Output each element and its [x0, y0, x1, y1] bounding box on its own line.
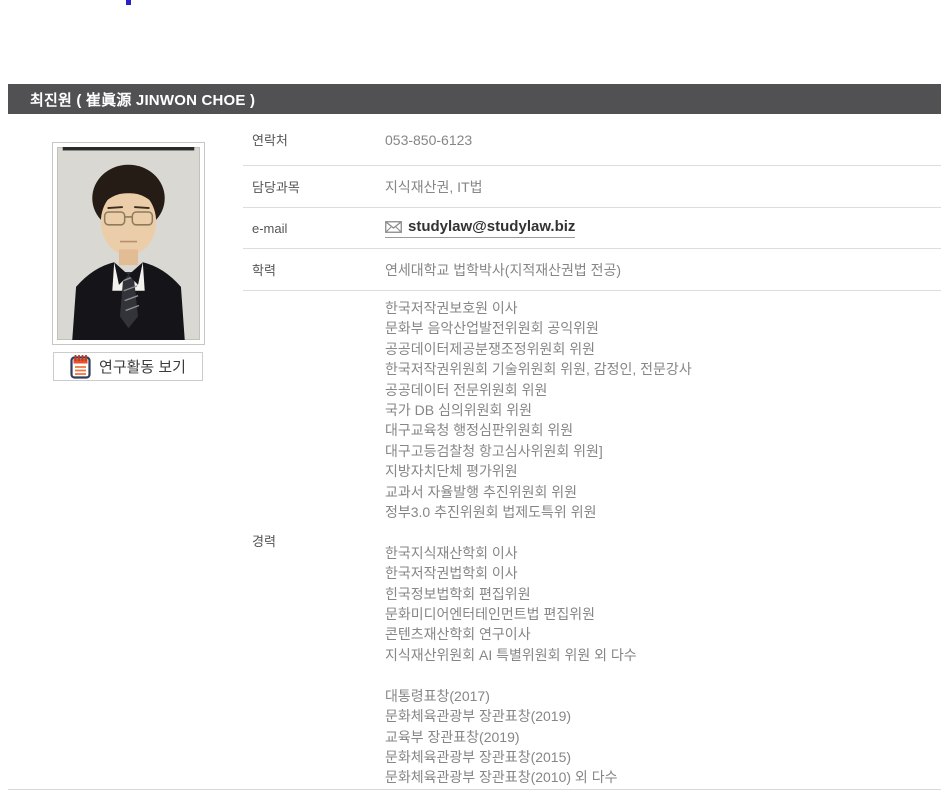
info-row-subjects: 담당과목 지식재산권, IT법 — [243, 166, 941, 208]
profile-header-bar: 최진원 ( 崔眞源 JINWON CHOE ) — [8, 84, 941, 114]
field-label-subjects: 담당과목 — [252, 177, 385, 196]
career-line — [385, 522, 692, 542]
email-link[interactable]: studylaw@studylaw.biz — [385, 218, 575, 238]
career-line — [385, 665, 692, 685]
career-line: 한국저작권법학회 이사 — [385, 563, 692, 583]
career-line: 대구교육청 행정심판위원회 위원 — [385, 420, 692, 440]
career-line: 문화체육관광부 장관표창(2019) — [385, 706, 692, 726]
field-value-subjects: 지식재산권, IT법 — [385, 177, 483, 197]
career-line: 대구고등검찰청 항고심사위원회 위원] — [385, 441, 692, 461]
profile-photo — [52, 142, 205, 345]
research-button-label: 연구활동 보기 — [99, 356, 186, 377]
email-text: studylaw@studylaw.biz — [408, 218, 575, 235]
career-line: 공공데이터제공분쟁조정위원회 위원 — [385, 339, 692, 359]
career-line: 한국저작권위원회 기술위원회 위원, 감정인, 전문강사 — [385, 359, 692, 379]
field-label-contact: 연락처 — [252, 130, 385, 149]
career-line: 정부3.0 추진위원회 법제도특위 위원 — [385, 502, 692, 522]
envelope-icon — [385, 221, 402, 233]
career-line: 한국저작권보호원 이사 — [385, 298, 692, 318]
blue-dot-artifact — [126, 0, 131, 5]
career-list: 한국저작권보호원 이사 문화부 음악산업발전위원회 공익위원 공공데이터제공분쟁… — [385, 291, 692, 789]
field-label-education: 학력 — [252, 260, 385, 279]
research-activity-button[interactable]: 연구활동 보기 — [53, 352, 203, 381]
career-line: 문화체육관광부 장관표창(2015) — [385, 747, 692, 767]
career-line: 공공데이터 전문위원회 위원 — [385, 380, 692, 400]
career-line: 교육부 장관표창(2019) — [385, 727, 692, 747]
career-line: 국가 DB 심의위원회 위원 — [385, 400, 692, 420]
info-row-contact: 연락처 053-850-6123 — [243, 114, 941, 166]
career-line: 힌국정보법학회 편집위원 — [385, 584, 692, 604]
notepad-icon — [70, 354, 91, 379]
career-line: 문화부 음악산업발전위원회 공익위원 — [385, 318, 692, 338]
info-row-email: e-mail studylaw@studylaw.biz — [243, 208, 941, 249]
portrait-image — [57, 147, 200, 340]
career-line: 문화체육관광부 장관표창(2010) 외 다수 — [385, 767, 692, 787]
career-line: 문화미디어엔터테인먼트법 편집위원 — [385, 604, 692, 624]
career-line: 지식재산위원회 AI 특별위원회 위원 외 다수 — [385, 645, 692, 665]
career-line: 콘텐츠재산학회 연구이사 — [385, 624, 692, 644]
field-label-career: 경력 — [252, 531, 385, 550]
field-label-email: e-mail — [252, 221, 385, 236]
professor-profile-page: 최진원 ( 崔眞源 JINWON CHOE ) — [0, 0, 952, 793]
career-line: 교과서 자율발행 추진위원회 위원 — [385, 482, 692, 502]
info-row-career: 경력 한국저작권보호원 이사 문화부 음악산업발전위원회 공익위원 공공데이터제… — [243, 291, 941, 789]
field-value-education: 연세대학교 법학박사(지적재산권법 전공) — [385, 260, 621, 280]
career-line: 대통령표창(2017) — [385, 686, 692, 706]
bottom-divider — [8, 789, 941, 790]
field-value-contact: 053-850-6123 — [385, 132, 472, 148]
professor-name: 최진원 ( 崔眞源 JINWON CHOE ) — [30, 89, 255, 110]
career-line: 지방자치단체 평가위원 — [385, 461, 692, 481]
info-table: 연락처 053-850-6123 담당과목 지식재산권, IT법 e-mail … — [243, 114, 941, 789]
info-row-education: 학력 연세대학교 법학박사(지적재산권법 전공) — [243, 249, 941, 291]
career-line: 한국지식재산학회 이사 — [385, 543, 692, 563]
